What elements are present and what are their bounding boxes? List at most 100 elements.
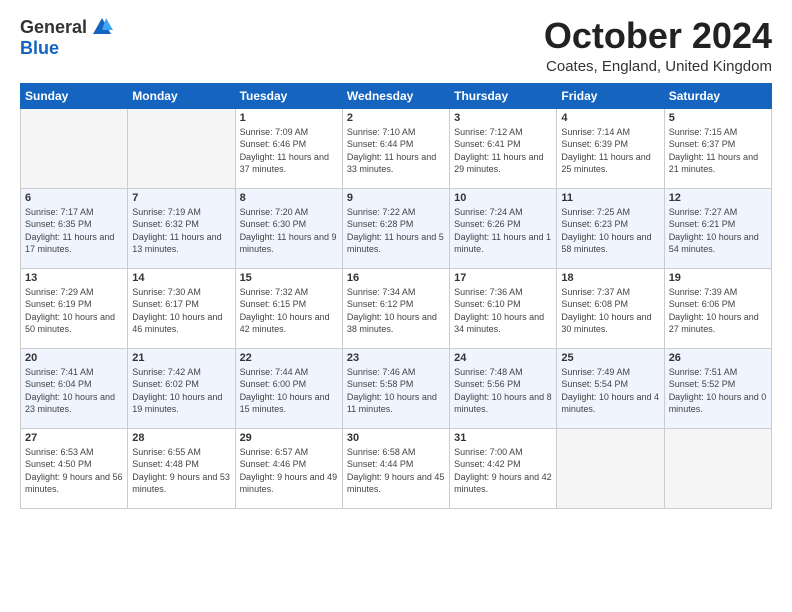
day-number: 12 [669,192,767,204]
logo-general-text: General [20,17,87,38]
day-number: 16 [347,272,445,284]
calendar-cell: 31 Sunrise: 7:00 AMSunset: 4:42 PMDayligh… [450,428,557,508]
day-number: 5 [669,112,767,124]
cell-details: Sunrise: 7:09 AMSunset: 6:46 PMDaylight:… [240,126,338,176]
cell-details: Sunrise: 7:10 AMSunset: 6:44 PMDaylight:… [347,126,445,176]
cell-details: Sunrise: 6:58 AMSunset: 4:44 PMDaylight:… [347,446,445,496]
cell-details: Sunrise: 6:57 AMSunset: 4:46 PMDaylight:… [240,446,338,496]
calendar-cell: 20 Sunrise: 7:41 AMSunset: 6:04 PMDayligh… [21,348,128,428]
day-header-saturday: Saturday [664,83,771,108]
cell-details: Sunrise: 7:46 AMSunset: 5:58 PMDaylight:… [347,366,445,416]
day-number: 17 [454,272,552,284]
calendar-week-row: 1 Sunrise: 7:09 AMSunset: 6:46 PMDaylight… [21,108,772,188]
calendar-cell: 28 Sunrise: 6:55 AMSunset: 4:48 PMDayligh… [128,428,235,508]
calendar-cell: 29Sunrise: 6:57 AMSunset: 4:46 PMDayligh… [235,428,342,508]
day-number: 15 [240,272,338,284]
calendar-week-row: 13 Sunrise: 7:29 AMSunset: 6:19 PMDayligh… [21,268,772,348]
cell-details: Sunrise: 7:41 AMSunset: 6:04 PMDaylight:… [25,366,123,416]
logo-icon [91,16,113,38]
day-number: 8 [240,192,338,204]
day-number: 6 [25,192,123,204]
calendar-cell: 1 Sunrise: 7:09 AMSunset: 6:46 PMDaylight… [235,108,342,188]
calendar-cell [21,108,128,188]
calendar-header-row: SundayMondayTuesdayWednesdayThursdayFrid… [21,83,772,108]
day-number: 13 [25,272,123,284]
cell-details: Sunrise: 7:15 AMSunset: 6:37 PMDaylight:… [669,126,767,176]
calendar-cell: 18Sunrise: 7:37 AMSunset: 6:08 PMDayligh… [557,268,664,348]
day-number: 2 [347,112,445,124]
cell-details: Sunrise: 7:27 AMSunset: 6:21 PMDaylight:… [669,206,767,256]
day-number: 18 [561,272,659,284]
day-number: 3 [454,112,552,124]
month-title: October 2024 [544,16,772,56]
calendar-cell: 14 Sunrise: 7:30 AMSunset: 6:17 PMDayligh… [128,268,235,348]
day-number: 20 [25,352,123,364]
calendar-cell: 11Sunrise: 7:25 AMSunset: 6:23 PMDayligh… [557,188,664,268]
calendar-cell: 3 Sunrise: 7:12 AMSunset: 6:41 PMDaylight… [450,108,557,188]
day-number: 22 [240,352,338,364]
calendar-cell: 30 Sunrise: 6:58 AMSunset: 4:44 PMDayligh… [342,428,449,508]
calendar-cell: 17Sunrise: 7:36 AMSunset: 6:10 PMDayligh… [450,268,557,348]
day-number: 14 [132,272,230,284]
cell-details: Sunrise: 7:14 AMSunset: 6:39 PMDaylight:… [561,126,659,176]
day-header-friday: Friday [557,83,664,108]
calendar-cell: 5 Sunrise: 7:15 AMSunset: 6:37 PMDaylight… [664,108,771,188]
calendar-cell: 24 Sunrise: 7:48 AMSunset: 5:56 PMDayligh… [450,348,557,428]
calendar-cell: 25Sunrise: 7:49 AMSunset: 5:54 PMDayligh… [557,348,664,428]
cell-details: Sunrise: 7:19 AMSunset: 6:32 PMDaylight:… [132,206,230,256]
day-number: 1 [240,112,338,124]
calendar-cell: 2 Sunrise: 7:10 AMSunset: 6:44 PMDaylight… [342,108,449,188]
cell-details: Sunrise: 7:39 AMSunset: 6:06 PMDaylight:… [669,286,767,336]
day-header-tuesday: Tuesday [235,83,342,108]
day-header-monday: Monday [128,83,235,108]
day-number: 27 [25,432,123,444]
calendar-cell: 8Sunrise: 7:20 AMSunset: 6:30 PMDaylight… [235,188,342,268]
day-number: 23 [347,352,445,364]
calendar-cell: 13 Sunrise: 7:29 AMSunset: 6:19 PMDayligh… [21,268,128,348]
cell-details: Sunrise: 7:17 AMSunset: 6:35 PMDaylight:… [25,206,123,256]
calendar-cell [128,108,235,188]
calendar-cell: 9 Sunrise: 7:22 AMSunset: 6:28 PMDaylight… [342,188,449,268]
page: General Blue October 2024 Coates, Englan… [0,0,792,612]
day-header-thursday: Thursday [450,83,557,108]
day-number: 10 [454,192,552,204]
calendar-cell: 6 Sunrise: 7:17 AMSunset: 6:35 PMDaylight… [21,188,128,268]
calendar-cell: 26Sunrise: 7:51 AMSunset: 5:52 PMDayligh… [664,348,771,428]
calendar-cell [664,428,771,508]
day-number: 24 [454,352,552,364]
cell-details: Sunrise: 7:24 AMSunset: 6:26 PMDaylight:… [454,206,552,256]
calendar-week-row: 27Sunrise: 6:53 AMSunset: 4:50 PMDayligh… [21,428,772,508]
calendar-cell: 12 Sunrise: 7:27 AMSunset: 6:21 PMDayligh… [664,188,771,268]
header: General Blue October 2024 Coates, Englan… [20,16,772,75]
day-number: 9 [347,192,445,204]
calendar-cell: 16Sunrise: 7:34 AMSunset: 6:12 PMDayligh… [342,268,449,348]
day-header-sunday: Sunday [21,83,128,108]
calendar-cell: 27Sunrise: 6:53 AMSunset: 4:50 PMDayligh… [21,428,128,508]
cell-details: Sunrise: 7:29 AMSunset: 6:19 PMDaylight:… [25,286,123,336]
cell-details: Sunrise: 6:55 AMSunset: 4:48 PMDaylight:… [132,446,230,496]
day-number: 11 [561,192,659,204]
day-number: 30 [347,432,445,444]
title-block: October 2024 Coates, England, United Kin… [544,16,772,75]
cell-details: Sunrise: 7:48 AMSunset: 5:56 PMDaylight:… [454,366,552,416]
day-number: 31 [454,432,552,444]
cell-details: Sunrise: 7:30 AMSunset: 6:17 PMDaylight:… [132,286,230,336]
calendar-cell [557,428,664,508]
cell-details: Sunrise: 7:42 AMSunset: 6:02 PMDaylight:… [132,366,230,416]
calendar-cell: 22Sunrise: 7:44 AMSunset: 6:00 PMDayligh… [235,348,342,428]
cell-details: Sunrise: 7:00 AMSunset: 4:42 PMDaylight:… [454,446,552,496]
cell-details: Sunrise: 7:22 AMSunset: 6:28 PMDaylight:… [347,206,445,256]
calendar-cell: 10 Sunrise: 7:24 AMSunset: 6:26 PMDayligh… [450,188,557,268]
cell-details: Sunrise: 7:51 AMSunset: 5:52 PMDaylight:… [669,366,767,416]
day-number: 19 [669,272,767,284]
location: Coates, England, United Kingdom [544,58,772,75]
logo: General Blue [20,16,113,59]
cell-details: Sunrise: 7:12 AMSunset: 6:41 PMDaylight:… [454,126,552,176]
calendar-cell: 23 Sunrise: 7:46 AMSunset: 5:58 PMDayligh… [342,348,449,428]
calendar-cell: 4 Sunrise: 7:14 AMSunset: 6:39 PMDaylight… [557,108,664,188]
calendar-cell: 19 Sunrise: 7:39 AMSunset: 6:06 PMDayligh… [664,268,771,348]
day-number: 7 [132,192,230,204]
day-number: 4 [561,112,659,124]
calendar-cell: 15Sunrise: 7:32 AMSunset: 6:15 PMDayligh… [235,268,342,348]
day-number: 28 [132,432,230,444]
